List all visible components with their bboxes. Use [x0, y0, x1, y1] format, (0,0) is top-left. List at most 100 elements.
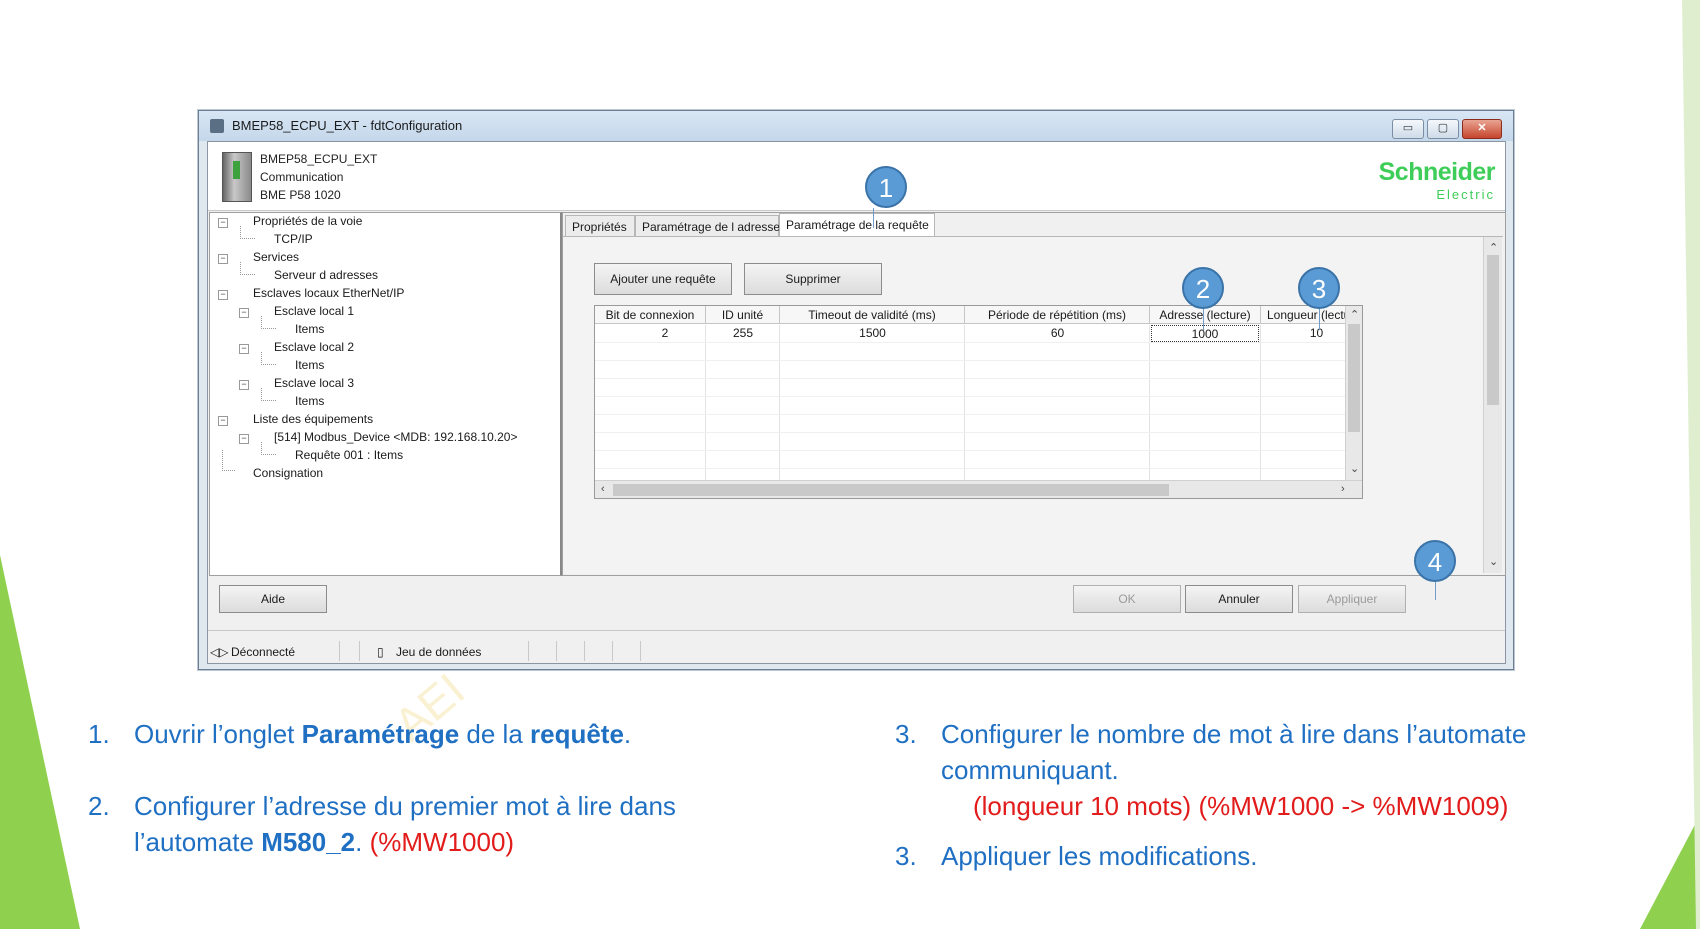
request-table: Bit de connexion ID unité Timeout de val…	[594, 305, 1363, 499]
collapse-icon[interactable]: −	[239, 344, 249, 354]
column-header[interactable]: ID unité	[706, 306, 780, 324]
marker-leader-line	[873, 208, 874, 228]
schneider-logo: Schneider	[1378, 158, 1496, 186]
scroll-right-icon[interactable]: ›	[1341, 483, 1345, 495]
tree-connector	[222, 450, 235, 471]
column-divider	[705, 325, 706, 480]
navigation-tree: − Propriétés de la voie TCP/IP − Service…	[209, 212, 562, 576]
column-divider	[964, 325, 965, 480]
collapse-icon[interactable]: −	[218, 218, 228, 228]
tree-node-device-list[interactable]: Liste des équipements	[253, 412, 373, 426]
tree-node-local-slave-2[interactable]: Esclave local 2	[274, 340, 354, 354]
marker-leader-line	[1435, 582, 1436, 600]
instruction-3: 3. Configurer le nombre de mot à lire da…	[895, 716, 1635, 826]
collapse-icon[interactable]: −	[218, 416, 228, 426]
collapse-icon[interactable]: −	[239, 434, 249, 444]
instruction-1: 1. Ouvrir l’onglet Paramétrage de la req…	[88, 716, 768, 756]
device-category: Communication	[260, 170, 344, 184]
device-model: BME P58 1020	[260, 188, 341, 202]
collapse-icon[interactable]: −	[239, 308, 249, 318]
tree-node-modbus-device[interactable]: [514] Modbus_Device <MDB: 192.168.10.20>	[274, 430, 518, 444]
status-bar: ◁▷ Déconnecté ▯ Jeu de données	[208, 630, 1505, 663]
add-request-button[interactable]: Ajouter une requête	[594, 263, 732, 295]
tree-node-local-slaves[interactable]: Esclaves locaux EtherNet/IP	[253, 286, 404, 300]
column-header[interactable]: Bit de connexion	[595, 306, 706, 324]
database-icon: ▯	[377, 645, 384, 659]
column-divider	[1149, 325, 1150, 480]
row-divider	[595, 414, 1362, 415]
tree-node-local-slave-3[interactable]: Esclave local 3	[274, 376, 354, 390]
cell-repeat-period[interactable]: 60	[965, 325, 1150, 342]
delete-button[interactable]: Supprimer	[744, 263, 882, 295]
instruction-2: 2. Configurer l’adresse du premier mot à…	[88, 788, 768, 868]
cell-read-address[interactable]: 1000	[1151, 325, 1259, 342]
tree-node-items[interactable]: Items	[295, 358, 324, 372]
scroll-thumb[interactable]	[1348, 324, 1360, 432]
column-header[interactable]: Période de répétition (ms)	[965, 306, 1150, 324]
scroll-down-icon[interactable]: ⌄	[1350, 462, 1359, 475]
row-divider	[595, 432, 1362, 433]
apply-button[interactable]: Appliquer	[1298, 585, 1406, 613]
tab-address-settings[interactable]: Paramétrage de l adresse	[635, 215, 780, 236]
row-divider	[595, 342, 1362, 343]
column-header[interactable]: Timeout de validité (ms)	[780, 306, 965, 324]
status-divider	[612, 641, 613, 661]
tree-node-address-server[interactable]: Serveur d adresses	[274, 268, 378, 282]
instruction-number: 2.	[88, 791, 110, 821]
request-settings-panel: Propriétés Paramétrage de l adresse Para…	[562, 212, 1506, 576]
tree-connector	[240, 262, 255, 275]
tree-connector	[261, 442, 276, 455]
table-horizontal-scrollbar[interactable]: ‹ ›	[595, 480, 1362, 498]
tree-node-logging[interactable]: Consignation	[253, 466, 323, 480]
table-vertical-scrollbar[interactable]: ⌃ ⌄	[1345, 306, 1362, 480]
cell-unit-id[interactable]: 255	[706, 325, 780, 342]
tree-node-request-001[interactable]: Requête 001 : Items	[295, 448, 403, 462]
panel-vertical-scrollbar[interactable]: ⌃ ⌄	[1483, 237, 1502, 573]
status-divider	[528, 641, 529, 661]
connection-status: Déconnecté	[231, 645, 296, 659]
instruction-text: communiquant.	[941, 755, 1119, 785]
collapse-icon[interactable]: −	[218, 290, 228, 300]
collapse-icon[interactable]: −	[239, 380, 249, 390]
tree-node-items[interactable]: Items	[295, 394, 324, 408]
instruction-text: Configurer l’adresse du premier mot à li…	[134, 791, 676, 821]
maximize-button[interactable]: ▢	[1427, 119, 1459, 139]
callout-marker-3: 3	[1298, 267, 1340, 309]
tab-properties[interactable]: Propriétés	[565, 215, 635, 236]
callout-marker-4: 4	[1414, 540, 1456, 582]
close-button[interactable]: ✕	[1462, 119, 1502, 139]
instruction-note: (longueur 10 mots) (%MW1000 -> %MW1009)	[973, 791, 1509, 821]
status-divider	[640, 641, 641, 661]
row-divider	[595, 378, 1362, 379]
device-header: BMEP58_ECPU_EXT Communication BME P58 10…	[208, 142, 1505, 211]
device-image-icon	[222, 152, 252, 202]
scroll-thumb[interactable]	[613, 484, 1169, 496]
tree-connector	[240, 226, 255, 239]
row-divider	[595, 396, 1362, 397]
tree-node-tcpip[interactable]: TCP/IP	[274, 232, 313, 246]
scroll-up-icon[interactable]: ⌃	[1350, 308, 1359, 321]
row-divider	[595, 450, 1362, 451]
instruction-text: l’automate M580_2. (%MW1000)	[134, 827, 515, 857]
cell-validity-timeout[interactable]: 1500	[780, 325, 965, 342]
scroll-up-icon[interactable]: ⌃	[1489, 241, 1498, 254]
tab-content: Ajouter une requête Supprimer Bit de con…	[563, 236, 1503, 574]
tree-node-items[interactable]: Items	[295, 322, 324, 336]
tree-node-local-slave-1[interactable]: Esclave local 1	[274, 304, 354, 318]
help-button[interactable]: Aide	[219, 585, 327, 613]
tree-node-channel-properties[interactable]: Propriétés de la voie	[253, 214, 362, 228]
tree-connector	[261, 388, 276, 401]
window-title: BMEP58_ECPU_EXT - fdtConfiguration	[232, 118, 463, 133]
cancel-button[interactable]: Annuler	[1185, 585, 1293, 613]
instruction-number: 3.	[895, 719, 917, 749]
collapse-icon[interactable]: −	[218, 254, 228, 264]
tree-node-services[interactable]: Services	[253, 250, 299, 264]
tab-request-settings[interactable]: Paramétrage de la requête	[779, 213, 935, 237]
scroll-left-icon[interactable]: ‹	[601, 483, 605, 495]
scroll-down-icon[interactable]: ⌄	[1489, 555, 1498, 568]
row-divider	[595, 468, 1362, 469]
minimize-button[interactable]: ▭	[1392, 119, 1424, 139]
config-window: BMEP58_ECPU_EXT - fdtConfiguration ▭ ▢ ✕…	[198, 110, 1514, 670]
scroll-thumb[interactable]	[1487, 255, 1499, 405]
ok-button[interactable]: OK	[1073, 585, 1181, 613]
